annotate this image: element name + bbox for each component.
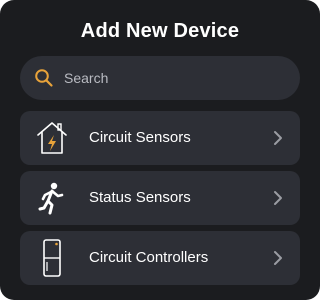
device-item-label: Circuit Controllers: [89, 249, 209, 266]
device-item-circuit-sensors[interactable]: Circuit Sensors: [20, 111, 300, 165]
device-item-label: Circuit Sensors: [89, 129, 191, 146]
search-bar[interactable]: [20, 56, 300, 100]
chevron-right-icon: [274, 191, 282, 205]
search-input[interactable]: [64, 56, 284, 100]
device-item-circuit-controllers[interactable]: Circuit Controllers: [20, 231, 300, 285]
device-list: Circuit Sensors Status Sensors Circuit C…: [20, 111, 300, 291]
chevron-right-icon: [274, 251, 282, 265]
chevron-right-icon: [274, 131, 282, 145]
device-item-status-sensors[interactable]: Status Sensors: [20, 171, 300, 225]
search-icon: [35, 69, 53, 87]
device-item-label: Status Sensors: [89, 189, 191, 206]
house-bolt-icon: [37, 122, 67, 154]
controller-device-icon: [43, 239, 61, 277]
page-title: Add New Device: [80, 20, 240, 42]
running-person-icon: [38, 182, 64, 215]
add-device-panel: Add New Device Circuit Sensors: [0, 0, 320, 300]
